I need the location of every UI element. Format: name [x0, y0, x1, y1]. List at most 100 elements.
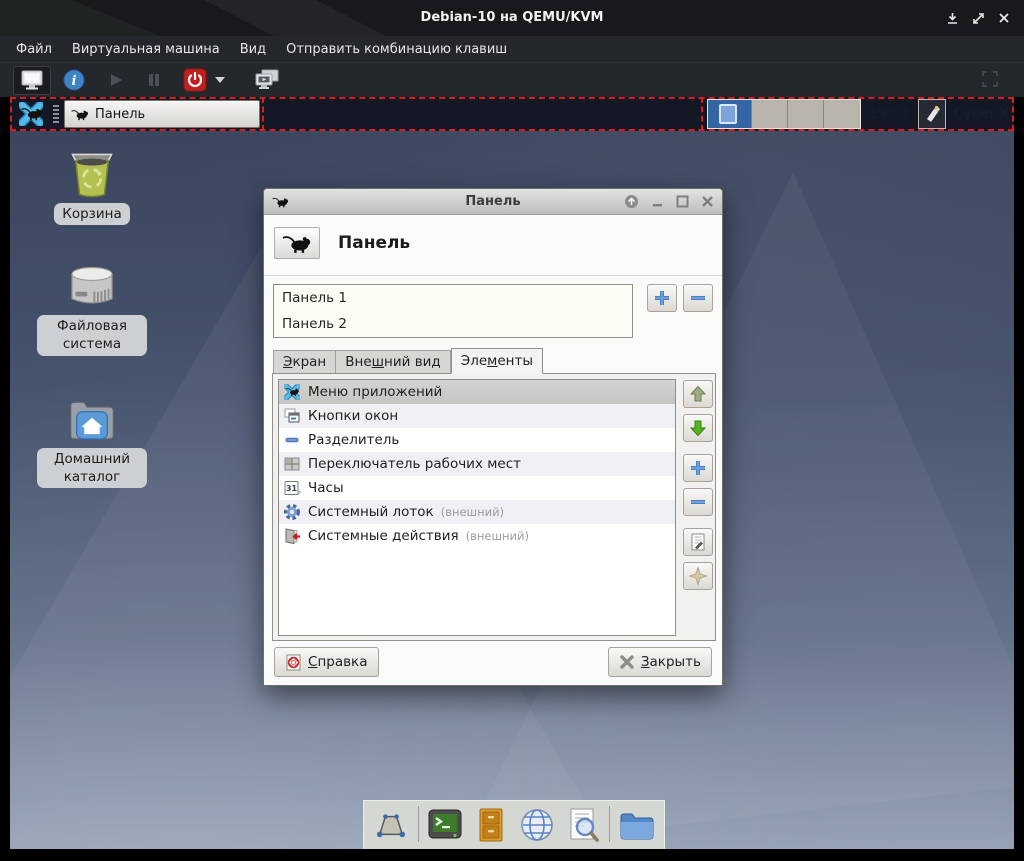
panel-clock[interactable]: 19:03 [869, 106, 909, 122]
dialog-footer: Справка Закрыть [264, 647, 722, 677]
desktop-icon-home[interactable]: Домашний каталог [32, 396, 152, 488]
close-icon[interactable] [701, 195, 714, 208]
systray-item-icon [283, 503, 301, 521]
play-icon[interactable] [101, 66, 131, 95]
host-toolbar: i [0, 62, 1024, 97]
panel-right-plugins: 19:03 Cyber-X [701, 97, 1012, 131]
power-icon[interactable] [181, 66, 209, 94]
web-browser-icon[interactable] [518, 805, 557, 845]
panel-item-row[interactable]: Меню приложений [279, 380, 675, 404]
workspace-switcher-item-icon [283, 455, 301, 473]
file-manager-icon[interactable] [617, 805, 656, 845]
pointer-device-tray-icon[interactable] [918, 99, 946, 129]
remove-item-button[interactable] [683, 488, 713, 516]
add-panel-button[interactable] [647, 284, 677, 312]
menu-virtual-machine[interactable]: Виртуальная машина [72, 42, 220, 57]
close-button[interactable]: Закрыть [608, 647, 712, 677]
panels-list[interactable]: Панель 1 Панель 2 [273, 284, 633, 338]
minimize-icon[interactable] [944, 10, 960, 26]
screenshot-displays-icon[interactable] [251, 66, 283, 95]
desktop-icon-label: Домашний каталог [37, 448, 147, 488]
host-menubar: Файл Виртуальная машина Вид Отправить ко… [0, 36, 1024, 62]
menu-send-key[interactable]: Отправить комбинацию клавиш [286, 42, 507, 57]
panel-username[interactable]: Cyber-X [954, 106, 1008, 122]
vm-display[interactable]: Панель 19:03 Cyber-X [10, 97, 1014, 849]
workspace-switcher[interactable] [707, 99, 861, 129]
workspace-1[interactable] [708, 100, 752, 128]
info-icon[interactable]: i [59, 66, 89, 95]
panel-preferences-dialog: Панель [263, 188, 723, 686]
maximize-icon[interactable] [970, 10, 986, 26]
add-item-button[interactable] [683, 454, 713, 482]
panel-item-row[interactable]: Системные действия(внешний) [279, 524, 675, 548]
dialog-header: Панель [264, 215, 722, 269]
panel-item-row[interactable]: Кнопки окон [279, 404, 675, 428]
remove-item-icon [688, 492, 708, 512]
filesystem-icon [66, 263, 118, 311]
dropdown-caret-icon[interactable] [211, 66, 229, 94]
dialog-titlebar[interactable]: Панель [264, 189, 722, 215]
minimize-icon[interactable] [651, 195, 664, 208]
workspace-window-preview [719, 104, 737, 124]
help-icon [285, 654, 302, 671]
svg-text:i: i [72, 74, 77, 89]
shade-icon[interactable] [624, 194, 639, 209]
edit-item-icon [688, 532, 708, 552]
host-window-title: Debian-10 на QEMU/KVM [0, 0, 1024, 36]
move-up-icon [688, 384, 708, 404]
trash-icon [66, 149, 118, 199]
show-desktop-icon[interactable] [372, 805, 411, 845]
move-up-button[interactable] [683, 380, 713, 408]
actions-item-icon [283, 527, 301, 545]
panel-drag-handle-icon[interactable] [53, 105, 59, 123]
virtual-display-icon[interactable] [13, 66, 51, 95]
desktop-icon-trash[interactable]: Корзина [32, 149, 152, 225]
fullscreen-icon[interactable] [982, 71, 998, 91]
desktop-icon-column: Корзина Файловая система [32, 149, 152, 488]
item-actions-column [683, 374, 713, 642]
workspace-3[interactable] [788, 100, 824, 128]
dialog-tabs: Экран Внешний вид Элементы [273, 348, 722, 373]
document-search-icon[interactable] [563, 805, 602, 845]
tab-screen[interactable]: Экран [273, 350, 336, 373]
panels-list-item[interactable]: Панель 1 [274, 285, 632, 311]
menu-file[interactable]: Файл [16, 42, 52, 57]
menu-view[interactable]: Вид [240, 42, 266, 57]
close-icon[interactable] [996, 10, 1012, 26]
help-button[interactable]: Справка [274, 647, 379, 677]
taskbar-window-label: Панель [95, 107, 145, 122]
dialog-header-title: Панель [338, 233, 410, 253]
panel-item-row[interactable]: Разделитель [279, 428, 675, 452]
xfce-rat-icon [274, 227, 320, 259]
panel-items-list[interactable]: Меню приложений Кнопки окон [278, 379, 676, 636]
close-x-icon [619, 654, 635, 670]
pause-icon[interactable] [139, 66, 169, 95]
desktop-icon-label: Корзина [54, 203, 129, 225]
host-titlebar[interactable]: Debian-10 на QEMU/KVM [0, 0, 1024, 36]
panel-item-row[interactable]: 31 Часы [279, 476, 675, 500]
about-item-button[interactable] [683, 562, 713, 590]
panels-list-item[interactable]: Панель 2 [274, 311, 632, 337]
tab-appearance[interactable]: Внешний вид [336, 350, 451, 373]
panel-item-row[interactable]: Переключатель рабочих мест [279, 452, 675, 476]
add-panel-icon [652, 288, 672, 308]
move-down-button[interactable] [683, 414, 713, 442]
desktop-icon-filesystem[interactable]: Файловая система [32, 263, 152, 355]
xfce-applications-menu-icon[interactable] [12, 99, 50, 129]
file-cabinet-icon[interactable] [472, 805, 511, 845]
tab-items[interactable]: Элементы [451, 348, 543, 374]
remove-panel-button[interactable] [683, 284, 713, 312]
separator-item-icon [283, 431, 301, 449]
clock-item-icon: 31 [283, 479, 301, 497]
divider [264, 275, 722, 276]
workspace-4[interactable] [824, 100, 860, 128]
maximize-icon[interactable] [676, 195, 689, 208]
panel-item-row[interactable]: Системный лоток(внешний) [279, 500, 675, 524]
home-icon [66, 396, 118, 444]
terminal-icon[interactable] [426, 805, 465, 845]
screenshot-root: Debian-10 на QEMU/KVM Файл Виртуальная м… [0, 0, 1024, 861]
edit-item-button[interactable] [683, 528, 713, 556]
workspace-2[interactable] [752, 100, 788, 128]
taskbar-window-button[interactable]: Панель [64, 100, 260, 128]
add-item-icon [688, 458, 708, 478]
